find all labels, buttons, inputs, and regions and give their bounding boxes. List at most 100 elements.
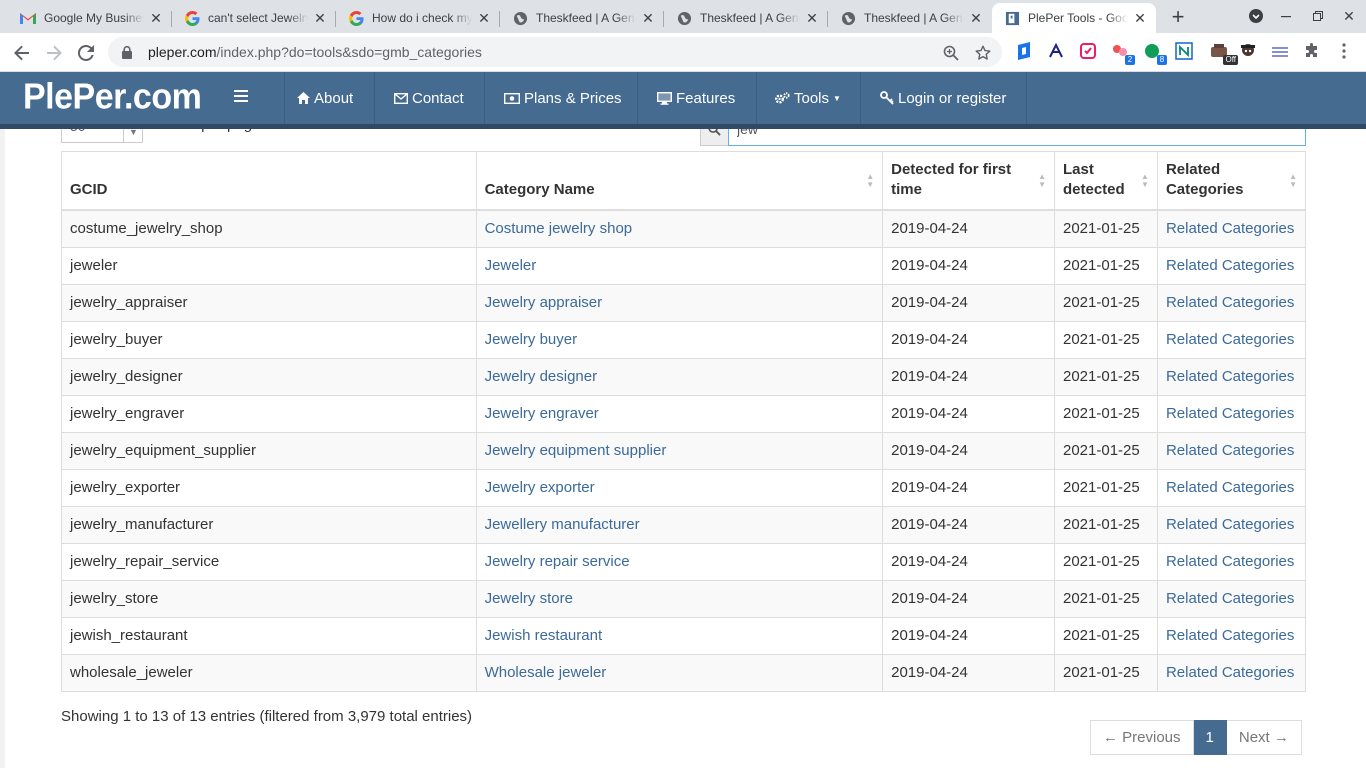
nav-about[interactable]: About <box>284 72 374 124</box>
last-detected-cell: 2021-01-25 <box>1053 542 1158 581</box>
category-link[interactable]: Jeweler <box>485 257 537 274</box>
related-categories-link[interactable]: Related Categories <box>1166 516 1294 533</box>
nav-tools[interactable]: Tools ▼ <box>756 72 860 124</box>
forward-icon[interactable] <box>40 39 68 67</box>
hamburger-menu-icon[interactable] <box>234 89 248 103</box>
extension-icon[interactable] <box>1014 41 1034 61</box>
extension-badge: 8 <box>1157 55 1167 65</box>
first-detected-cell: 2019-04-24 <box>882 505 1055 544</box>
extension-icon[interactable] <box>1174 41 1194 61</box>
browser-tab[interactable]: Theskfeed | A Gene ✕ <box>828 3 992 33</box>
column-header-last-detected[interactable]: Last detected ▲ ▼ <box>1053 151 1158 211</box>
previous-page-button[interactable]: ← Previous <box>1090 720 1194 755</box>
column-header-first-detected[interactable]: Detected for first time ▲ ▼ <box>882 151 1055 211</box>
nav-login[interactable]: Login or register <box>860 72 1027 124</box>
related-categories-link[interactable]: Related Categories <box>1166 405 1294 422</box>
category-link[interactable]: Costume jewelry shop <box>485 220 633 237</box>
category-link[interactable]: Jewellery manufacturer <box>485 516 640 533</box>
address-bar[interactable]: pleper.com/index.php?do=tools&sdo=gmb_ca… <box>108 37 1002 67</box>
browser-tab[interactable]: Theskfeed | A Gene ✕ <box>664 3 828 33</box>
category-link[interactable]: Jewelry appraiser <box>485 294 603 311</box>
browser-tab[interactable]: can't select Jewelry ✕ <box>172 3 336 33</box>
next-page-button[interactable]: Next → <box>1226 720 1302 755</box>
related-cell: Related Categories <box>1156 468 1307 507</box>
category-link[interactable]: Jewelry equipment supplier <box>485 442 667 459</box>
category-link[interactable]: Jewelry exporter <box>485 479 595 496</box>
money-icon <box>504 92 520 104</box>
back-icon[interactable] <box>8 39 36 67</box>
nav-contact[interactable]: Contact <box>374 72 484 124</box>
nav-plans-prices[interactable]: Plans & Prices <box>484 72 637 124</box>
related-categories-link[interactable]: Related Categories <box>1166 257 1294 274</box>
table-row: jewelry_repair_service Jewelry repair se… <box>61 542 1307 581</box>
related-categories-link[interactable]: Related Categories <box>1166 220 1294 237</box>
new-tab-button[interactable]: + <box>1166 4 1190 29</box>
close-icon[interactable]: ✕ <box>312 10 328 26</box>
gcid-cell: costume_jewelry_shop <box>61 209 477 248</box>
column-header-gcid[interactable]: GCID <box>61 151 477 211</box>
zoom-icon[interactable] <box>942 44 960 62</box>
category-link[interactable]: Jewelry buyer <box>485 331 578 348</box>
reload-icon[interactable] <box>72 39 100 67</box>
gcid-cell: jewelry_appraiser <box>61 283 477 322</box>
table-row: jewish_restaurant Jewish restaurant 2019… <box>61 616 1307 655</box>
related-categories-link[interactable]: Related Categories <box>1166 479 1294 496</box>
menu-dots-icon[interactable] <box>1334 41 1354 61</box>
gcid-cell: jewelry_buyer <box>61 320 477 359</box>
category-link[interactable]: Jewelry store <box>485 590 573 607</box>
gcid-cell: jewelry_store <box>61 579 477 618</box>
last-detected-cell: 2021-01-25 <box>1053 653 1158 692</box>
column-header-related[interactable]: Related Categories ▲ ▼ <box>1156 151 1307 211</box>
puzzle-icon[interactable] <box>1302 41 1322 61</box>
last-detected-cell: 2021-01-25 <box>1053 579 1158 618</box>
first-detected-cell: 2019-04-24 <box>882 616 1055 655</box>
category-link[interactable]: Wholesale jeweler <box>485 664 607 681</box>
related-categories-link[interactable]: Related Categories <box>1166 590 1294 607</box>
close-icon[interactable]: ✕ <box>148 10 164 26</box>
last-detected-cell: 2021-01-25 <box>1053 431 1158 470</box>
extension-icon[interactable] <box>1238 41 1258 61</box>
close-icon[interactable]: ✕ <box>476 10 492 26</box>
related-categories-link[interactable]: Related Categories <box>1166 442 1294 459</box>
nav-features[interactable]: Features <box>637 72 756 124</box>
page-1-button[interactable]: 1 <box>1193 720 1227 755</box>
tab-search-icon[interactable] <box>1243 4 1269 28</box>
browser-tab-active[interactable]: PlePer Tools - Goo ✕ <box>992 3 1156 33</box>
category-link[interactable]: Jewelry repair service <box>485 553 630 570</box>
extension-icon[interactable]: 2 <box>1110 41 1135 65</box>
gcid-cell: jewish_restaurant <box>61 616 477 655</box>
browser-toolbar: pleper.com/index.php?do=tools&sdo=gmb_ca… <box>0 33 1366 72</box>
close-icon[interactable]: ✕ <box>1132 10 1148 26</box>
related-categories-link[interactable]: Related Categories <box>1166 294 1294 311</box>
extension-icon[interactable]: Off <box>1206 41 1238 65</box>
close-icon[interactable]: ✕ <box>968 10 984 26</box>
category-name-cell: Jewelry equipment supplier <box>475 431 884 470</box>
category-link[interactable]: Jewelry engraver <box>485 405 599 422</box>
extension-icon[interactable] <box>1270 41 1290 61</box>
extension-icon[interactable]: 8 <box>1142 41 1167 65</box>
tab-title: PlePer Tools - Goo <box>1028 11 1128 25</box>
lock-icon[interactable] <box>120 45 134 59</box>
related-categories-link[interactable]: Related Categories <box>1166 331 1294 348</box>
close-window-icon[interactable]: ✕ <box>1336 4 1362 28</box>
site-logo[interactable]: PlePer.com <box>23 77 202 118</box>
close-icon[interactable]: ✕ <box>640 10 656 26</box>
column-header-category-name[interactable]: Category Name ▲ ▼ <box>475 151 884 211</box>
close-icon[interactable]: ✕ <box>804 10 820 26</box>
related-categories-link[interactable]: Related Categories <box>1166 368 1294 385</box>
extension-icon[interactable] <box>1078 41 1098 61</box>
browser-tab[interactable]: Theskfeed | A Gene ✕ <box>500 3 664 33</box>
browser-tab[interactable]: Google My Busines ✕ <box>8 3 172 33</box>
category-link[interactable]: Jewish restaurant <box>485 627 603 644</box>
related-categories-link[interactable]: Related Categories <box>1166 664 1294 681</box>
extension-icon[interactable] <box>1046 41 1066 61</box>
browser-tab[interactable]: How do i check my ✕ <box>336 3 500 33</box>
minimize-icon[interactable] <box>1273 4 1299 28</box>
related-categories-link[interactable]: Related Categories <box>1166 627 1294 644</box>
related-categories-link[interactable]: Related Categories <box>1166 553 1294 570</box>
table-row: jewelry_engraver Jewelry engraver 2019-0… <box>61 394 1307 433</box>
tab-title: can't select Jewelry <box>208 11 308 25</box>
bookmark-star-icon[interactable] <box>974 44 992 62</box>
category-link[interactable]: Jewelry designer <box>485 368 598 385</box>
restore-icon[interactable] <box>1305 4 1331 28</box>
